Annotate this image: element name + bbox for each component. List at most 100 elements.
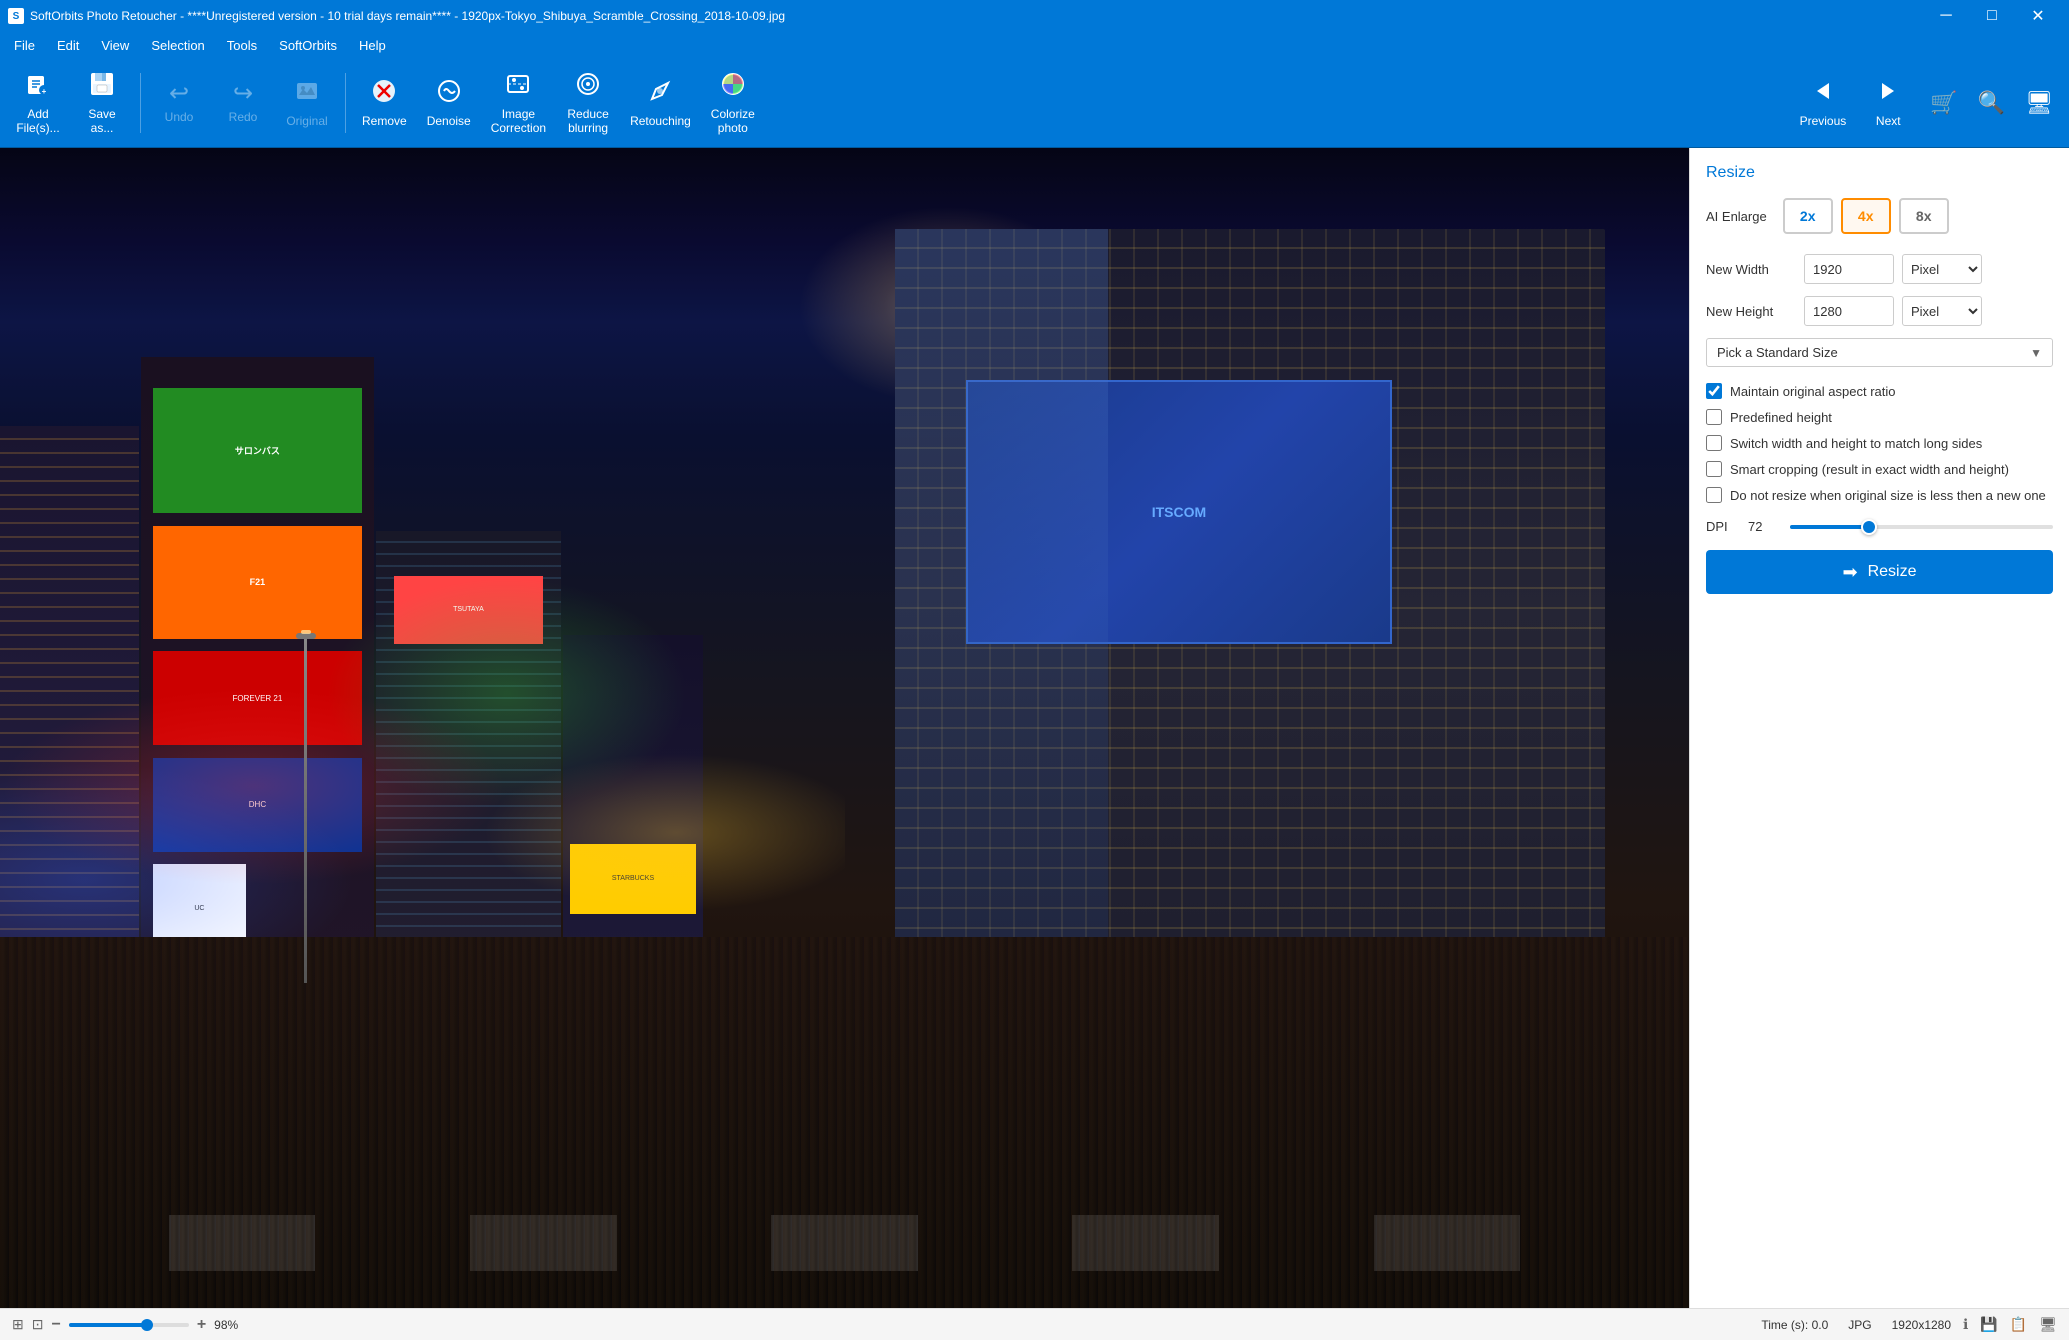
- clipboard-icon[interactable]: 📋: [2010, 1316, 2027, 1333]
- predefined-height-checkbox[interactable]: [1706, 409, 1722, 425]
- right-panel: Resize AI Enlarge 2x 4x 8x New Width Pix…: [1689, 148, 2069, 1308]
- smart-cropping-checkbox[interactable]: [1706, 461, 1722, 477]
- status-bar: ⊞ ⊡ − + 98% Time (s): 0.0 JPG 1920x1280 …: [0, 1308, 2069, 1340]
- denoise-icon: [435, 77, 463, 110]
- new-height-unit-select[interactable]: Pixel % cm: [1902, 296, 1982, 326]
- original-icon: [293, 77, 321, 110]
- zoom-fit-icon[interactable]: ⊞: [12, 1316, 24, 1333]
- dropdown-chevron-icon: ▼: [2030, 346, 2042, 360]
- main-layout: ITSCOM サロンバス F21 FOREVER 21 DHC UC: [0, 148, 2069, 1308]
- dpi-row: DPI 72: [1706, 519, 2053, 534]
- remove-button[interactable]: Remove: [354, 65, 415, 141]
- retouching-label: Retouching: [630, 114, 691, 128]
- resize-button-label: Resize: [1868, 563, 1917, 581]
- new-height-input[interactable]: [1804, 296, 1894, 326]
- menu-edit[interactable]: Edit: [47, 36, 89, 55]
- time-label: Time (s): 0.0: [1761, 1318, 1828, 1332]
- redo-label: Redo: [229, 110, 258, 124]
- window-controls: ─ □ ✕: [1923, 0, 2061, 32]
- cart-button[interactable]: 🛒: [1922, 65, 1965, 141]
- resize-arrow-icon: ➡: [1843, 562, 1858, 583]
- street-area: [0, 937, 1689, 1308]
- previous-icon: [1809, 77, 1837, 110]
- settings-button[interactable]: 🖥: [2017, 65, 2061, 141]
- toolbar: + Add File(s)... Save as... ↩ Undo ↪ Red…: [0, 58, 2069, 148]
- menu-file[interactable]: File: [4, 36, 45, 55]
- predefined-height-row: Predefined height: [1706, 409, 2053, 425]
- ai-enlarge-row: AI Enlarge 2x 4x 8x: [1706, 198, 2053, 234]
- switch-dimensions-label[interactable]: Switch width and height to match long si…: [1730, 436, 1982, 451]
- switch-dimensions-row: Switch width and height to match long si…: [1706, 435, 2053, 451]
- menu-tools[interactable]: Tools: [217, 36, 267, 55]
- redo-button[interactable]: ↪ Redo: [213, 65, 273, 141]
- info-icon[interactable]: ℹ: [1963, 1316, 1968, 1333]
- status-left: ⊞ ⊡ − + 98%: [12, 1316, 1745, 1334]
- new-height-row: New Height Pixel % cm: [1706, 296, 2053, 326]
- maintain-aspect-checkbox[interactable]: [1706, 383, 1722, 399]
- menu-selection[interactable]: Selection: [141, 36, 214, 55]
- smart-cropping-row: Smart cropping (result in exact width an…: [1706, 461, 2053, 477]
- zoom-out-icon[interactable]: −: [51, 1316, 60, 1334]
- dpi-value: 72: [1748, 519, 1778, 534]
- zoom-value: 98%: [214, 1318, 238, 1332]
- dpi-slider[interactable]: [1790, 525, 2053, 529]
- enlarge-8x-button[interactable]: 8x: [1899, 198, 1949, 234]
- toolbar-separator-1: [140, 73, 141, 133]
- save-icon[interactable]: 💾: [1980, 1316, 1997, 1333]
- close-button[interactable]: ✕: [2015, 0, 2061, 32]
- maintain-aspect-label[interactable]: Maintain original aspect ratio: [1730, 384, 1895, 399]
- main-building: ITSCOM: [895, 229, 1604, 983]
- predefined-height-label[interactable]: Predefined height: [1730, 410, 1832, 425]
- smart-cropping-label[interactable]: Smart cropping (result in exact width an…: [1730, 462, 2009, 477]
- new-width-unit-select[interactable]: Pixel % cm: [1902, 254, 1982, 284]
- retouching-icon: [646, 77, 674, 110]
- street-lamp: [304, 635, 307, 983]
- image-correction-icon: [504, 70, 532, 103]
- original-label: Original: [286, 114, 327, 128]
- menu-help[interactable]: Help: [349, 36, 396, 55]
- no-resize-smaller-checkbox[interactable]: [1706, 487, 1722, 503]
- undo-label: Undo: [165, 110, 194, 124]
- title-bar: S SoftOrbits Photo Retoucher - ****Unreg…: [0, 0, 2069, 32]
- standard-size-label: Pick a Standard Size: [1717, 345, 1838, 360]
- menu-view[interactable]: View: [91, 36, 139, 55]
- image-correction-button[interactable]: Image Correction: [483, 65, 554, 141]
- zoom-actual-icon[interactable]: ⊡: [32, 1316, 44, 1333]
- maximize-button[interactable]: □: [1969, 0, 2015, 32]
- image-correction-label: Image Correction: [491, 107, 546, 135]
- zoom-in-icon[interactable]: +: [197, 1316, 206, 1334]
- previous-button[interactable]: Previous: [1792, 65, 1855, 141]
- no-resize-smaller-label[interactable]: Do not resize when original size is less…: [1730, 488, 2046, 503]
- add-files-icon: +: [24, 70, 52, 103]
- save-as-button[interactable]: Save as...: [72, 65, 132, 141]
- zoom-slider-fill: [69, 1323, 147, 1327]
- reduce-blurring-button[interactable]: Reduce blurring: [558, 65, 618, 141]
- next-button[interactable]: Next: [1858, 65, 1918, 141]
- zoom-slider[interactable]: [69, 1323, 189, 1327]
- add-files-label: Add File(s)...: [16, 107, 59, 135]
- enlarge-4x-button[interactable]: 4x: [1841, 198, 1891, 234]
- window-title: SoftOrbits Photo Retoucher - ****Unregis…: [30, 9, 785, 23]
- undo-button[interactable]: ↩ Undo: [149, 65, 209, 141]
- enlarge-4x-label: 4x: [1858, 208, 1874, 224]
- standard-size-dropdown[interactable]: Pick a Standard Size ▼: [1706, 338, 2053, 367]
- next-label: Next: [1876, 114, 1901, 128]
- toolbar-right: Previous Next 🛒 🔍 🖥: [1792, 65, 2061, 141]
- search-button[interactable]: 🔍: [1970, 65, 2013, 141]
- menu-softorbits[interactable]: SoftOrbits: [269, 36, 347, 55]
- enlarge-2x-button[interactable]: 2x: [1783, 198, 1833, 234]
- no-resize-smaller-row: Do not resize when original size is less…: [1706, 487, 2053, 503]
- original-button[interactable]: Original: [277, 65, 337, 141]
- new-width-input[interactable]: [1804, 254, 1894, 284]
- denoise-button[interactable]: Denoise: [419, 65, 479, 141]
- reduce-blurring-label: Reduce blurring: [567, 107, 608, 135]
- monitor-icon[interactable]: 🖥: [2039, 1316, 2057, 1333]
- switch-dimensions-checkbox[interactable]: [1706, 435, 1722, 451]
- colorize-photo-button[interactable]: Colorize photo: [703, 65, 763, 141]
- retouching-button[interactable]: Retouching: [622, 65, 699, 141]
- minimize-button[interactable]: ─: [1923, 0, 1969, 32]
- redo-icon: ↪: [233, 82, 253, 106]
- app-icon: S: [8, 8, 24, 24]
- add-files-button[interactable]: + Add File(s)...: [8, 65, 68, 141]
- resize-button[interactable]: ➡ Resize: [1706, 550, 2053, 594]
